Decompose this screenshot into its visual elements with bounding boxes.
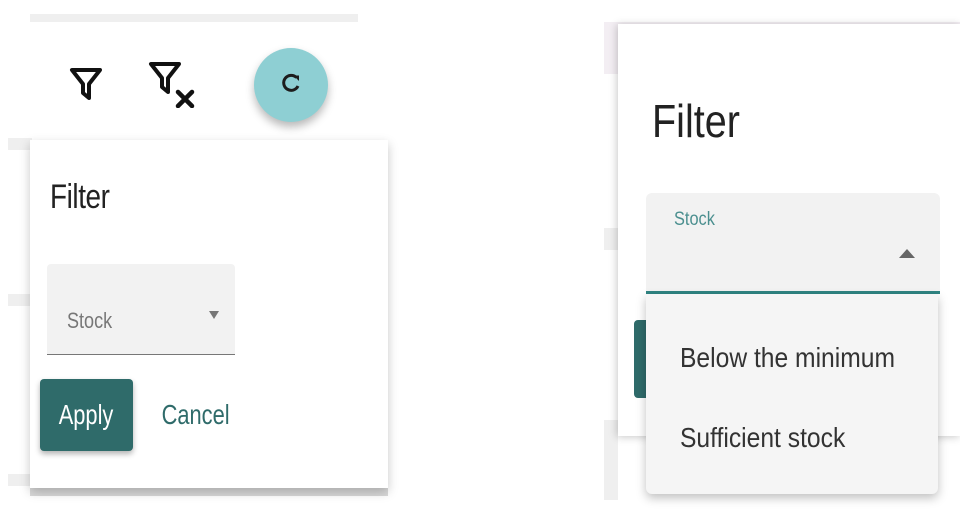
background-bar [8,294,32,306]
dialog-title: Filter [652,95,740,147]
background-bar [30,14,358,22]
apply-button[interactable]: Apply [40,379,133,451]
dropdown-arrow-up-icon [899,249,915,258]
apply-button-label: Apply [59,399,114,430]
cancel-button[interactable]: Cancel [160,379,232,451]
clear-filter-button[interactable] [148,60,200,113]
refresh-button[interactable] [254,48,328,122]
stock-options-list: Below the minimum Sufficient stock [646,294,938,494]
dialog-title: Filter [50,178,110,216]
cancel-button-label: Cancel [162,399,231,430]
option-label: Below the minimum [680,342,895,373]
background-bar [30,488,388,496]
option-below-minimum[interactable]: Below the minimum [646,326,938,388]
filter-icon [69,66,103,107]
stock-select-label: Stock [674,209,715,230]
background-bar [604,420,618,500]
option-sufficient-stock[interactable]: Sufficient stock [646,406,938,468]
filter-clear-icon [148,60,200,113]
stock-select[interactable]: Stock [47,264,235,355]
dropdown-arrow-icon [209,311,219,319]
refresh-icon [280,72,302,99]
filter-button[interactable] [62,62,110,110]
background-bar [8,138,32,150]
stock-select-placeholder: Stock [67,308,113,333]
option-label: Sufficient stock [680,422,846,453]
stock-select-open[interactable]: Stock [646,193,940,294]
background-bar [8,474,32,486]
